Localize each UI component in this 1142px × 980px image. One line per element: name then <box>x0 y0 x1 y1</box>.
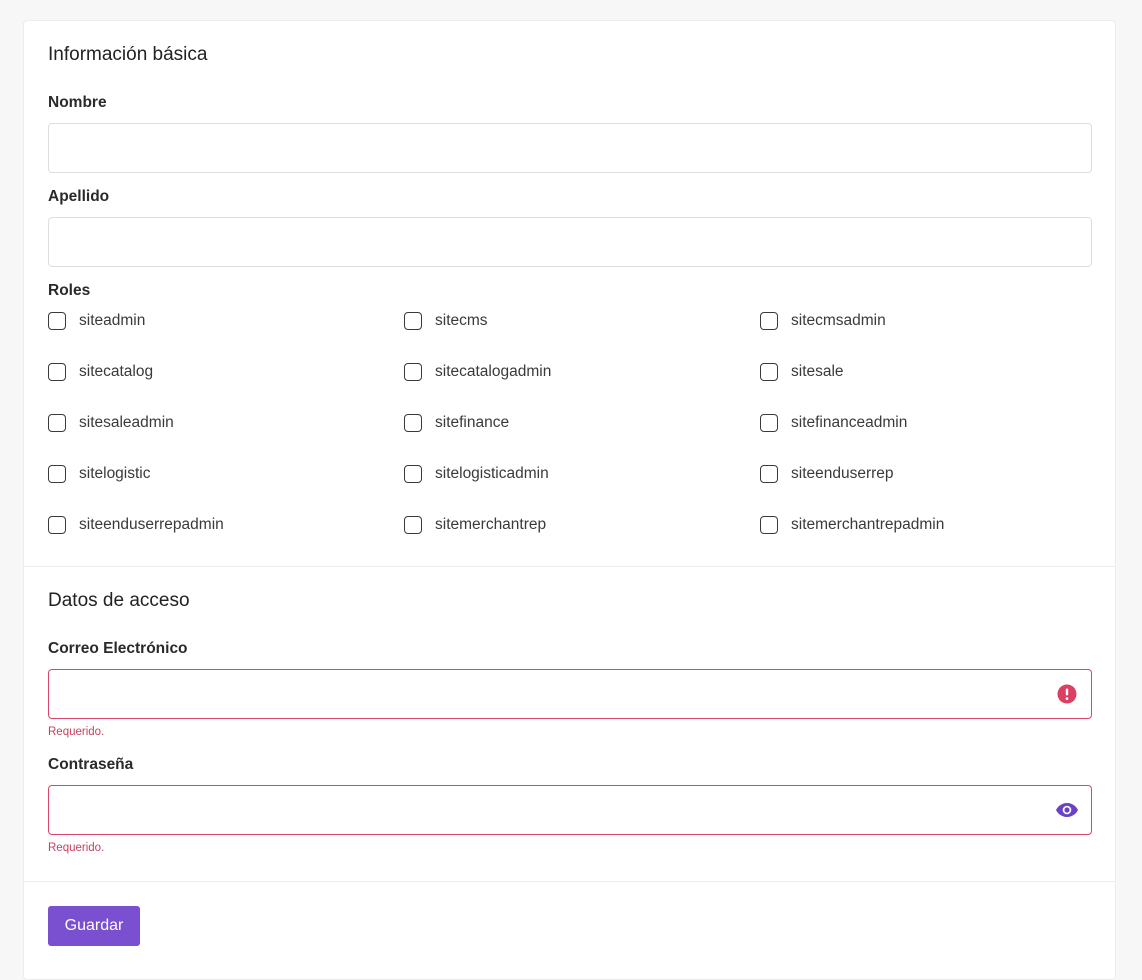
first-name-field-wrap <box>48 123 1092 173</box>
role-option[interactable]: sitefinanceadmin <box>760 413 907 433</box>
last-name-field-wrap <box>48 217 1092 267</box>
role-checkbox[interactable] <box>404 516 422 534</box>
role-label: sitecatalogadmin <box>435 363 552 380</box>
first-name-input[interactable] <box>48 123 1092 173</box>
role-option[interactable]: siteadmin <box>48 311 145 331</box>
roles-label: Roles <box>48 282 91 299</box>
role-checkbox[interactable] <box>48 516 66 534</box>
role-option[interactable]: siteenduserrep <box>760 464 894 484</box>
roles-grid: siteadmin sitecms sitecmsadmin sitecatal… <box>48 311 1092 551</box>
role-checkbox[interactable] <box>760 414 778 432</box>
basic-info-title: Información básica <box>48 44 208 65</box>
role-option[interactable]: sitecatalogadmin <box>404 362 551 382</box>
last-name-input[interactable] <box>48 217 1092 267</box>
password-field-wrap <box>48 785 1092 835</box>
password-error: Requerido. <box>48 842 105 854</box>
role-checkbox[interactable] <box>48 312 66 330</box>
role-option[interactable]: sitefinance <box>404 413 509 433</box>
role-label: sitecatalog <box>79 363 154 380</box>
last-name-label: Apellido <box>48 188 110 205</box>
role-option[interactable]: sitesaleadmin <box>48 413 174 433</box>
role-checkbox[interactable] <box>404 363 422 381</box>
role-option[interactable]: siteenduserrepadmin <box>48 515 224 535</box>
role-option[interactable]: sitemerchantrep <box>404 515 546 535</box>
save-button[interactable]: Guardar <box>48 906 140 946</box>
access-data-title: Datos de acceso <box>48 590 190 611</box>
role-option[interactable]: sitecmsadmin <box>760 311 886 331</box>
password-label: Contraseña <box>48 756 134 773</box>
role-option[interactable]: sitesale <box>760 362 844 382</box>
role-label: sitesaleadmin <box>79 414 174 431</box>
role-checkbox[interactable] <box>760 516 778 534</box>
section-divider <box>24 566 1115 567</box>
role-label: sitelogisticadmin <box>435 465 549 482</box>
role-checkbox[interactable] <box>48 465 66 483</box>
role-label: sitefinanceadmin <box>791 414 908 431</box>
role-label: sitesale <box>791 363 844 380</box>
role-checkbox[interactable] <box>760 465 778 483</box>
role-label: sitemerchantrepadmin <box>791 516 945 533</box>
email-field-wrap <box>48 669 1092 719</box>
role-option[interactable]: sitecatalog <box>48 362 153 382</box>
role-option[interactable]: sitecms <box>404 311 488 331</box>
first-name-label: Nombre <box>48 94 107 111</box>
role-label: sitecmsadmin <box>791 312 886 329</box>
role-checkbox[interactable] <box>760 363 778 381</box>
role-label: sitecms <box>435 312 488 329</box>
role-label: sitefinance <box>435 414 510 431</box>
email-input[interactable] <box>48 669 1092 719</box>
role-label: sitemerchantrep <box>435 516 547 533</box>
user-form-card: Información básica Nombre Apellido Roles… <box>23 20 1116 980</box>
role-label: siteenduserrep <box>791 465 894 482</box>
email-label: Correo Electrónico <box>48 640 188 657</box>
role-label: siteenduserrepadmin <box>79 516 224 533</box>
role-checkbox[interactable] <box>404 465 422 483</box>
error-icon <box>1056 683 1078 705</box>
role-label: siteadmin <box>79 312 146 329</box>
role-option[interactable]: sitelogisticadmin <box>404 464 549 484</box>
role-checkbox[interactable] <box>404 414 422 432</box>
role-checkbox[interactable] <box>48 363 66 381</box>
eye-icon[interactable] <box>1054 799 1080 821</box>
role-option[interactable]: sitemerchantrepadmin <box>760 515 944 535</box>
section-divider <box>24 881 1115 882</box>
role-option[interactable]: sitelogistic <box>48 464 151 484</box>
role-checkbox[interactable] <box>760 312 778 330</box>
role-label: sitelogistic <box>79 465 151 482</box>
email-error: Requerido. <box>48 726 105 738</box>
role-checkbox[interactable] <box>48 414 66 432</box>
password-input[interactable] <box>48 785 1092 835</box>
role-checkbox[interactable] <box>404 312 422 330</box>
